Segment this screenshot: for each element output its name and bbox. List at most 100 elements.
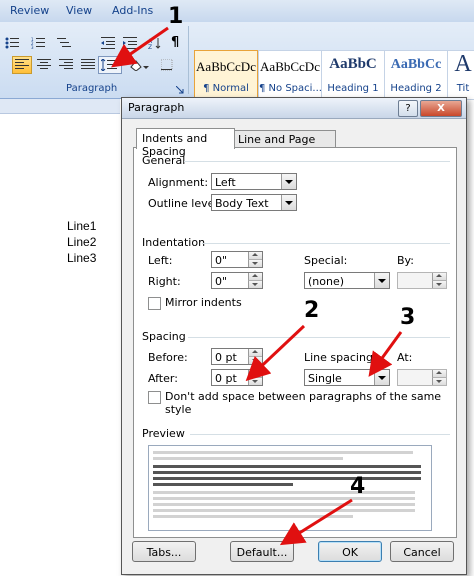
document-line[interactable]: Line3 (67, 251, 96, 265)
style-heading-2[interactable]: AaBbCc Heading 2 (384, 50, 448, 100)
style-no-spacing[interactable]: AaBbCcDc ¶ No Spaci... (258, 50, 322, 100)
decrease-indent-button[interactable] (98, 34, 118, 52)
by-spinner[interactable] (397, 272, 447, 289)
spin-down-icon[interactable] (432, 378, 446, 385)
line-spacing-select[interactable]: Single (304, 369, 390, 386)
style-label: Heading 1 (327, 83, 379, 94)
bullets-button[interactable] (2, 34, 22, 52)
borders-button[interactable] (158, 56, 182, 74)
outline-level-select[interactable]: Body Text (211, 194, 297, 211)
align-left-icon (15, 59, 29, 69)
left-indent-spinner[interactable]: 0" (211, 251, 263, 268)
preview-pane (148, 445, 432, 531)
spin-up-icon[interactable] (432, 273, 446, 281)
document-line[interactable]: Line2 (67, 235, 96, 249)
chevron-down-icon[interactable] (374, 273, 389, 288)
left-indent-label: Left: (148, 254, 173, 267)
spacing-before-value: 0 pt (215, 351, 237, 364)
document-line[interactable]: Line1 (67, 219, 96, 233)
tab-add-ins[interactable]: Add-Ins (112, 4, 153, 17)
spin-up-icon[interactable] (248, 273, 262, 281)
align-right-button[interactable] (56, 56, 76, 74)
style-normal[interactable]: AaBbCcDc ¶ Normal (194, 50, 258, 100)
multilevel-list-icon (57, 38, 71, 47)
style-heading-1[interactable]: AaBbC Heading 1 (321, 50, 385, 100)
spin-up-icon[interactable] (248, 349, 262, 357)
tab-indents-and-spacing[interactable]: Indents and Spacing (136, 128, 235, 158)
alignment-value: Left (215, 176, 236, 189)
special-label: Special: (304, 254, 348, 267)
section-divider (188, 337, 450, 338)
spacing-after-spinner[interactable]: 0 pt (211, 369, 263, 386)
style-label: Tit (456, 83, 470, 94)
spin-up-icon[interactable] (432, 370, 446, 378)
spin-down-icon[interactable] (248, 378, 262, 385)
tabs-button[interactable]: Tabs... (132, 541, 196, 562)
preview-sample-text (153, 477, 421, 480)
mirror-indents-checkbox[interactable] (148, 297, 161, 310)
spin-up-icon[interactable] (248, 370, 262, 378)
ribbon: 123 AZ ¶ Paragraph AaBbCcDc ¶ Normal AaB… (0, 22, 474, 100)
chevron-down-icon[interactable] (281, 195, 296, 210)
svg-text:3: 3 (31, 45, 34, 49)
dont-add-space-checkbox[interactable] (148, 391, 161, 404)
style-sample: AaBbCcDc (260, 59, 320, 74)
outline-level-value: Body Text (215, 197, 269, 210)
align-left-button[interactable] (12, 56, 32, 74)
preview-following-paragraph (153, 491, 415, 494)
justify-icon (81, 59, 95, 69)
mirror-indents-label: Mirror indents (165, 296, 242, 309)
paragraph-dialog-launcher-icon[interactable] (175, 84, 184, 94)
tab-review[interactable]: Review (10, 4, 49, 17)
spin-down-icon[interactable] (432, 281, 446, 288)
shading-button[interactable] (126, 56, 156, 74)
justify-button[interactable] (78, 56, 98, 74)
preview-sample-text (153, 471, 421, 474)
sort-button[interactable]: AZ (145, 34, 165, 52)
ok-button[interactable]: OK (318, 541, 382, 562)
spacing-before-spinner[interactable]: 0 pt (211, 348, 263, 365)
horizontal-ruler (0, 99, 120, 114)
borders-icon (161, 59, 173, 71)
show-hide-button[interactable]: ¶ (166, 34, 186, 52)
preview-previous-paragraph (153, 451, 413, 454)
chevron-down-icon[interactable] (374, 370, 389, 385)
spacing-after-value: 0 pt (215, 372, 237, 385)
tab-view[interactable]: View (66, 4, 92, 17)
spin-down-icon[interactable] (248, 281, 262, 288)
spin-up-icon[interactable] (248, 252, 262, 260)
style-title[interactable]: A Tit (447, 50, 474, 100)
multilevel-list-button[interactable] (54, 34, 74, 52)
default-button[interactable]: Default... (230, 541, 294, 562)
alignment-select[interactable]: Left (211, 173, 297, 190)
spin-down-icon[interactable] (248, 357, 262, 364)
help-button[interactable]: ? (398, 100, 418, 117)
annotation-number-1: 1 (168, 4, 184, 29)
right-indent-spinner[interactable]: 0" (211, 272, 263, 289)
line-spacing-value: Single (308, 372, 342, 385)
section-divider (202, 243, 450, 244)
increase-indent-icon (123, 37, 137, 49)
line-spacing-button[interactable] (98, 56, 122, 74)
numbering-button[interactable]: 123 (28, 34, 48, 52)
style-sample: A (454, 51, 472, 77)
chevron-down-icon[interactable] (281, 174, 296, 189)
preview-sample-text (153, 483, 293, 486)
preview-following-paragraph (153, 509, 415, 512)
preview-previous-paragraph (153, 457, 343, 460)
by-label: By: (397, 254, 414, 267)
spin-down-icon[interactable] (248, 260, 262, 267)
at-spinner[interactable] (397, 369, 447, 386)
increase-indent-button[interactable] (120, 34, 140, 52)
close-button[interactable]: X (420, 100, 462, 117)
special-value: (none) (308, 275, 345, 288)
dialog-titlebar[interactable]: Paragraph ? X (122, 98, 466, 119)
cancel-button[interactable]: Cancel (390, 541, 454, 562)
style-sample: AaBbC (329, 56, 377, 72)
ribbon-tab-bar: Review View Add-Ins (0, 0, 474, 23)
align-center-button[interactable] (34, 56, 54, 74)
special-select[interactable]: (none) (304, 272, 390, 289)
shading-icon (130, 60, 149, 71)
paragraph-group-label: Paragraph (66, 83, 118, 94)
preview-heading: Preview (142, 427, 185, 440)
